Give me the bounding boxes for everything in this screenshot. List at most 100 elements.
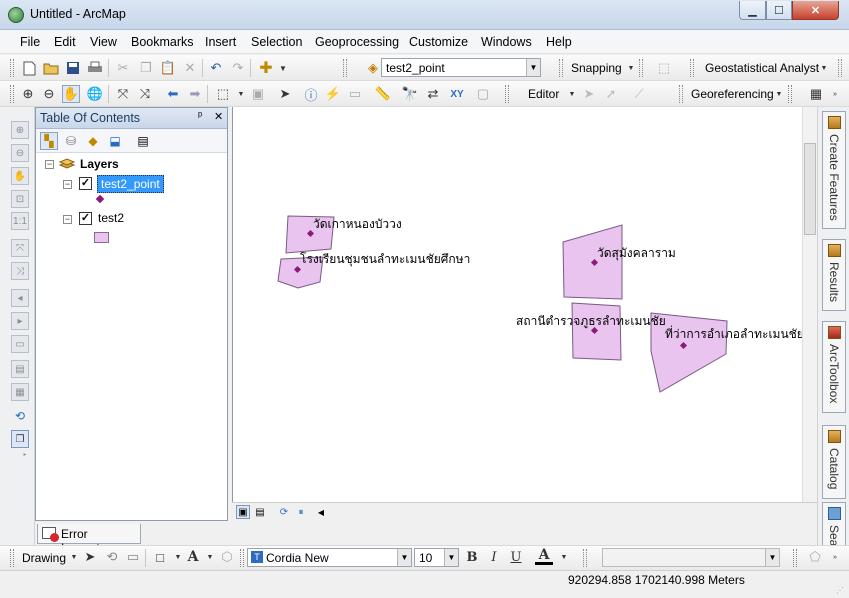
pause-drawing-icon[interactable]: ⏸ [294, 505, 308, 519]
zoom-to-selected-icon[interactable]: ▭ [124, 548, 142, 566]
map-label[interactable]: ที่ว่าการอำเภอลำทะเมนชัย [665, 325, 804, 341]
pin-icon[interactable]: ᵖ [198, 110, 202, 122]
menu-bookmarks[interactable]: Bookmarks [131, 35, 194, 49]
snapping-menu[interactable]: Snapping [571, 61, 622, 75]
zoom-out-icon[interactable]: ⊖ [40, 85, 58, 103]
layer-visibility-checkbox[interactable]: ✓ [79, 212, 92, 225]
map-label[interactable]: สถานีตำรวจภูธรลำทะเมนชัย [516, 314, 666, 329]
text-dropdown-icon[interactable]: ▼ [201, 548, 219, 566]
layout-zoom-control-icon[interactable]: ▭ [11, 335, 29, 353]
layers-root-label[interactable]: Layers [80, 157, 119, 171]
toolbar-grip[interactable] [505, 85, 509, 103]
list-by-visibility-icon[interactable]: ◆ [84, 132, 102, 150]
font-color-button[interactable]: A [535, 547, 553, 565]
font-color-dropdown-icon[interactable]: ▼ [555, 548, 573, 566]
georef-dropdown-icon[interactable]: ▼ [770, 85, 788, 103]
search-tab[interactable]: Sea [822, 502, 846, 546]
new-document-icon[interactable] [20, 59, 38, 77]
redo-icon[interactable]: ↷ [229, 59, 247, 77]
layer-name-test2-point[interactable]: test2_point [97, 175, 164, 193]
point-symbol[interactable] [95, 194, 105, 204]
layout-back-icon[interactable]: ◂ [11, 289, 29, 307]
column-expand-icon[interactable]: ▸ [20, 450, 30, 458]
layout-pan-icon[interactable]: ✋ [11, 167, 29, 185]
chevron-down-icon[interactable]: ▼ [526, 59, 540, 76]
open-folder-icon[interactable] [42, 59, 60, 77]
forward-extent-icon[interactable]: ➡ [186, 85, 204, 103]
maximize-button[interactable]: ☐ [766, 1, 792, 20]
add-data-dropdown-icon[interactable]: ▼ [274, 59, 292, 77]
polygon-symbol[interactable] [94, 232, 109, 243]
map-vertical-scrollbar[interactable] [802, 107, 817, 502]
georeferencing-menu[interactable]: Georeferencing [691, 87, 774, 101]
overflow-chevron-icon[interactable]: » [826, 85, 844, 103]
catalog-tab[interactable]: Catalog [822, 425, 846, 499]
toolbar-grip[interactable] [559, 59, 563, 77]
resize-grip-icon[interactable]: ⋰ [836, 586, 846, 596]
menu-help[interactable]: Help [546, 35, 572, 49]
layer-expand-box[interactable]: − [63, 215, 72, 224]
list-by-drawing-order-icon[interactable]: ▚ [40, 132, 58, 150]
minimize-button[interactable]: ▁ [739, 1, 766, 20]
chevron-down-icon[interactable]: ▼ [765, 549, 779, 566]
error-inspector-tab[interactable]: Error Inspector [37, 524, 141, 555]
rectangle-icon[interactable]: □ [151, 548, 169, 566]
layout-zoom-whole-icon[interactable]: ⊡ [11, 190, 29, 208]
cut-icon[interactable]: ✂ [114, 59, 132, 77]
map-display[interactable]: วัดเกาหนองบัววง โรงเรียนชุมชนลำทะเมนชัยศ… [232, 107, 804, 502]
toolbar-grip[interactable] [679, 85, 683, 103]
toolbar-grip[interactable] [788, 85, 792, 103]
clear-selection-icon[interactable]: ▣ [249, 85, 267, 103]
geostatistical-analyst-menu[interactable]: Geostatistical Analyst [705, 61, 819, 75]
menu-file[interactable]: File [20, 35, 40, 49]
extra-tool-icon[interactable]: ⬠ [806, 548, 824, 566]
font-size-combo[interactable]: 10 ▼ [414, 548, 459, 567]
layers-collapse-box[interactable]: − [45, 160, 54, 169]
layout-focus-icon[interactable]: ▦ [11, 383, 29, 401]
scroll-left-icon[interactable]: ◀ [314, 505, 328, 519]
toolbar-grip[interactable] [343, 59, 347, 77]
overflow-chevron-icon[interactable]: » [826, 548, 844, 566]
menu-geoprocessing[interactable]: Geoprocessing [315, 35, 399, 49]
target-layer-combo[interactable]: test2_point ▼ [381, 58, 541, 77]
layout-forward-icon[interactable]: ▸ [11, 312, 29, 330]
toolbar-grip[interactable] [10, 59, 14, 77]
delete-icon[interactable]: ✕ [181, 59, 199, 77]
list-by-source-icon[interactable]: ⛁ [62, 132, 80, 150]
close-button[interactable]: ✕ [792, 1, 839, 20]
rotate-icon[interactable]: ⟲ [103, 548, 121, 566]
refresh-view-icon[interactable]: ⟳ [277, 505, 291, 519]
toolbar-grip[interactable] [10, 85, 14, 103]
save-icon[interactable] [64, 59, 82, 77]
select-elements-icon[interactable]: ➤ [81, 548, 99, 566]
chevron-down-icon[interactable]: ▼ [444, 549, 458, 566]
layer-name-test2[interactable]: test2 [98, 211, 124, 225]
select-features-icon[interactable]: ⬚ [214, 85, 232, 103]
create-features-tab[interactable]: Create Features [822, 111, 846, 229]
html-popup-icon[interactable]: ▭ [346, 85, 364, 103]
edit-vertices-icon[interactable]: ⬡ [218, 548, 236, 566]
add-data-icon[interactable]: ✚ [257, 59, 275, 77]
fixed-zoom-in-icon[interactable]: ⤧ [114, 85, 132, 103]
toolbar-grip[interactable] [240, 549, 244, 567]
arcmap-app-icon[interactable] [8, 7, 24, 23]
menu-windows[interactable]: Windows [481, 35, 532, 49]
toolbar-grip[interactable] [583, 549, 587, 567]
toolbar-grip[interactable] [690, 59, 694, 77]
layout-fixed-zoom-in-icon[interactable]: ⤧ [11, 239, 29, 257]
paste-icon[interactable]: 📋 [159, 59, 177, 77]
identify-icon[interactable]: ⓘ [302, 85, 320, 103]
toolbar-grip[interactable] [10, 549, 14, 567]
map-label[interactable]: วัดสุมังคลาราม [597, 246, 676, 261]
toc-options-icon[interactable]: ▤ [134, 132, 152, 150]
toolbar-grip[interactable] [639, 59, 643, 77]
list-by-selection-icon[interactable]: ⬓ [106, 132, 124, 150]
layout-view-icon[interactable]: ▤ [253, 505, 267, 519]
scrollbar-thumb[interactable] [804, 143, 816, 235]
data-driven-pages-icon[interactable]: ❐ [11, 430, 29, 448]
menu-view[interactable]: View [90, 35, 117, 49]
data-view-icon[interactable]: ▣ [236, 505, 250, 519]
layout-tool-icon[interactable]: ▦ [807, 85, 825, 103]
zoom-in-icon[interactable]: ⊕ [19, 85, 37, 103]
underline-button[interactable]: U [507, 548, 525, 566]
